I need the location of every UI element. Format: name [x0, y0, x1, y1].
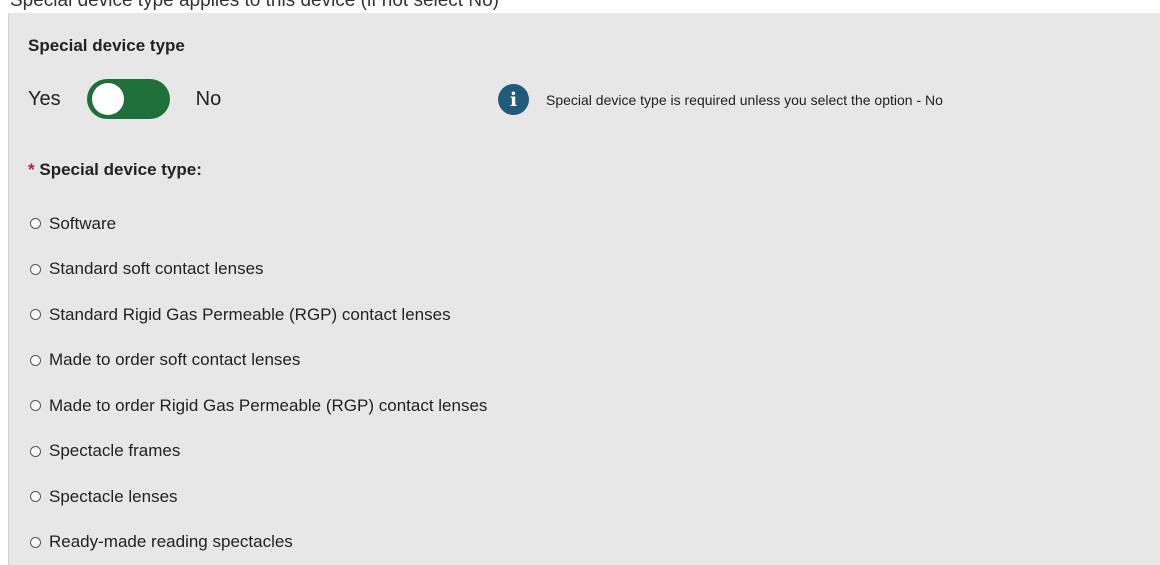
toggle-no-label: No	[195, 87, 222, 110]
special-device-type-field-label: * Special device type:	[28, 160, 202, 180]
radio-label[interactable]: Made to order Rigid Gas Permeable (RGP) …	[49, 396, 487, 416]
previous-section-cutoff-text: Special device type applies to this devi…	[0, 0, 1160, 13]
radio-option-standard-soft-contact-lenses[interactable]: Standard soft contact lenses	[30, 247, 487, 293]
radio-label[interactable]: Spectacle frames	[49, 441, 180, 461]
radio-button[interactable]	[30, 263, 41, 275]
radio-button[interactable]	[30, 309, 41, 321]
field-label-text: Special device type:	[39, 160, 202, 179]
radio-label[interactable]: Spectacle lenses	[49, 487, 178, 507]
radio-button[interactable]	[30, 218, 41, 230]
radio-label[interactable]: Software	[49, 214, 116, 234]
yes-no-toggle-switch[interactable]	[86, 79, 170, 119]
radio-label[interactable]: Ready-made reading spectacles	[49, 532, 293, 552]
radio-option-spectacle-lenses[interactable]: Spectacle lenses	[30, 474, 487, 520]
page: Special device type applies to this devi…	[0, 0, 1160, 565]
radio-option-spectacle-frames[interactable]: Spectacle frames	[30, 429, 487, 475]
radio-button[interactable]	[30, 400, 41, 412]
yes-no-toggle-row: Yes No	[28, 79, 221, 119]
radio-option-made-to-order-rgp-contact-lenses[interactable]: Made to order Rigid Gas Permeable (RGP) …	[30, 383, 487, 429]
radio-button[interactable]	[30, 491, 41, 503]
radio-label[interactable]: Made to order soft contact lenses	[49, 350, 300, 370]
special-device-type-radio-group: Software Standard soft contact lenses St…	[30, 201, 487, 565]
required-asterisk: *	[28, 160, 35, 179]
radio-option-made-to-order-soft-contact-lenses[interactable]: Made to order soft contact lenses	[30, 338, 487, 384]
info-message: i Special device type is required unless…	[498, 84, 943, 115]
special-device-type-panel: Special device type Yes No i Special dev…	[8, 13, 1160, 565]
section-title: Special device type	[28, 36, 185, 55]
radio-label[interactable]: Standard soft contact lenses	[49, 259, 264, 279]
cutoff-text: Special device type applies to this devi…	[10, 0, 499, 11]
info-text: Special device type is required unless y…	[546, 91, 943, 108]
radio-button[interactable]	[30, 354, 41, 366]
radio-button[interactable]	[30, 536, 41, 548]
toggle-knob	[91, 83, 124, 115]
radio-option-ready-made-reading-spectacles[interactable]: Ready-made reading spectacles	[30, 520, 487, 565]
radio-option-standard-rgp-contact-lenses[interactable]: Standard Rigid Gas Permeable (RGP) conta…	[30, 292, 487, 338]
radio-button[interactable]	[30, 445, 41, 457]
radio-label[interactable]: Standard Rigid Gas Permeable (RGP) conta…	[49, 305, 451, 325]
info-icon: i	[498, 84, 529, 115]
toggle-yes-label: Yes	[28, 87, 61, 110]
radio-option-software[interactable]: Software	[30, 201, 487, 247]
